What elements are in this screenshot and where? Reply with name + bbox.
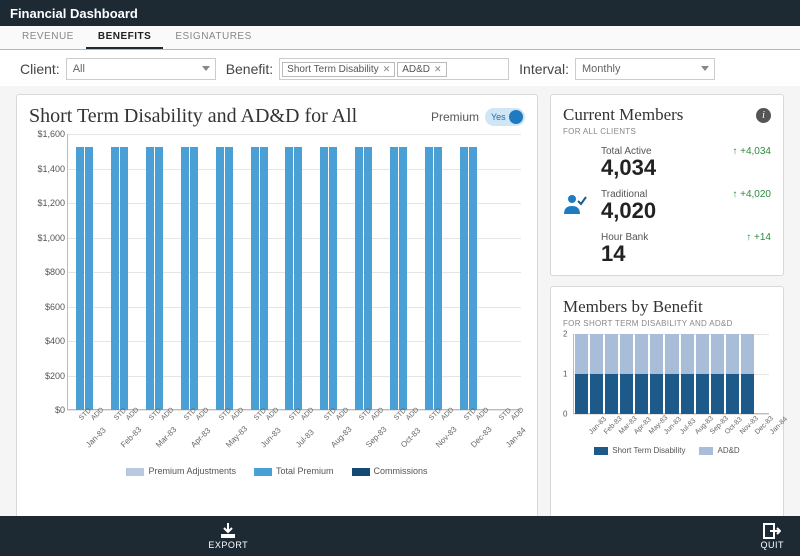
filter-bar: Client: All Benefit: Short Term Disabili…: [0, 50, 800, 86]
interval-label: Interval:: [519, 61, 569, 77]
main-chart-legend: Premium Adjustments Total Premium Commis…: [29, 466, 525, 476]
app-title: Financial Dashboard: [10, 6, 138, 21]
mini-title: Members by Benefit: [563, 297, 703, 317]
close-icon[interactable]: ✕: [434, 64, 442, 75]
tab-bar: REVENUE BENEFITS ESIGNATURES: [0, 26, 800, 50]
stat-value: 14: [601, 243, 740, 265]
benefit-chip: Short Term Disability✕: [282, 62, 395, 77]
members-subhead: FOR ALL CLIENTS: [563, 127, 771, 136]
tab-benefits[interactable]: BENEFITS: [86, 26, 163, 49]
stat-delta: ↑ +4,020: [732, 189, 771, 200]
benefit-select[interactable]: Short Term Disability✕ AD&D✕: [279, 58, 509, 80]
download-icon: [218, 523, 238, 539]
members-title: Current Members: [563, 105, 683, 125]
mini-chart: 012Jan-83Feb-83Mar-83Apr-83May-83Jun-83J…: [563, 332, 771, 442]
footer-bar: EXPORT QUIT: [0, 516, 800, 556]
client-select[interactable]: All: [66, 58, 216, 80]
interval-select[interactable]: Monthly: [575, 58, 715, 80]
chevron-down-icon: [202, 63, 210, 75]
main-chart-title: Short Term Disability and AD&D for All: [29, 105, 357, 128]
tab-esignatures[interactable]: ESIGNATURES: [163, 26, 263, 49]
quit-button[interactable]: QUIT: [761, 523, 785, 550]
main-chart-card: Short Term Disability and AD&D for All P…: [16, 94, 538, 544]
benefit-chip: AD&D✕: [397, 62, 446, 77]
members-by-benefit-card: Members by Benefit FOR SHORT TERM DISABI…: [550, 286, 784, 544]
app-header: Financial Dashboard: [0, 0, 800, 26]
chevron-down-icon: [701, 63, 709, 75]
mini-chart-legend: Short Term Disability AD&D: [563, 446, 771, 455]
premium-toggle[interactable]: Yes: [485, 108, 525, 126]
client-value: All: [73, 63, 85, 75]
current-members-card: Current Members i FOR ALL CLIENTS Total …: [550, 94, 784, 276]
close-icon[interactable]: ✕: [383, 64, 391, 75]
export-button[interactable]: EXPORT: [208, 523, 248, 550]
stat-value: 4,020: [601, 200, 726, 222]
person-check-icon: [563, 194, 595, 217]
interval-value: Monthly: [582, 63, 621, 75]
toggle-knob: [509, 110, 523, 124]
premium-toggle-label: Premium: [431, 110, 479, 124]
exit-icon: [763, 523, 781, 539]
tab-revenue[interactable]: REVENUE: [10, 26, 86, 49]
benefit-label: Benefit:: [226, 61, 273, 77]
stat-delta: ↑ +14: [746, 232, 771, 243]
mini-subhead: FOR SHORT TERM DISABILITY AND AD&D: [563, 319, 771, 328]
toggle-state-text: Yes: [491, 112, 506, 122]
info-icon[interactable]: i: [756, 108, 771, 123]
stat-delta: ↑ +4,034: [732, 146, 771, 157]
main-chart: $0$200$400$600$800$1,000$1,200$1,400$1,6…: [29, 134, 525, 464]
stat-value: 4,034: [601, 157, 726, 179]
client-label: Client:: [20, 61, 60, 77]
